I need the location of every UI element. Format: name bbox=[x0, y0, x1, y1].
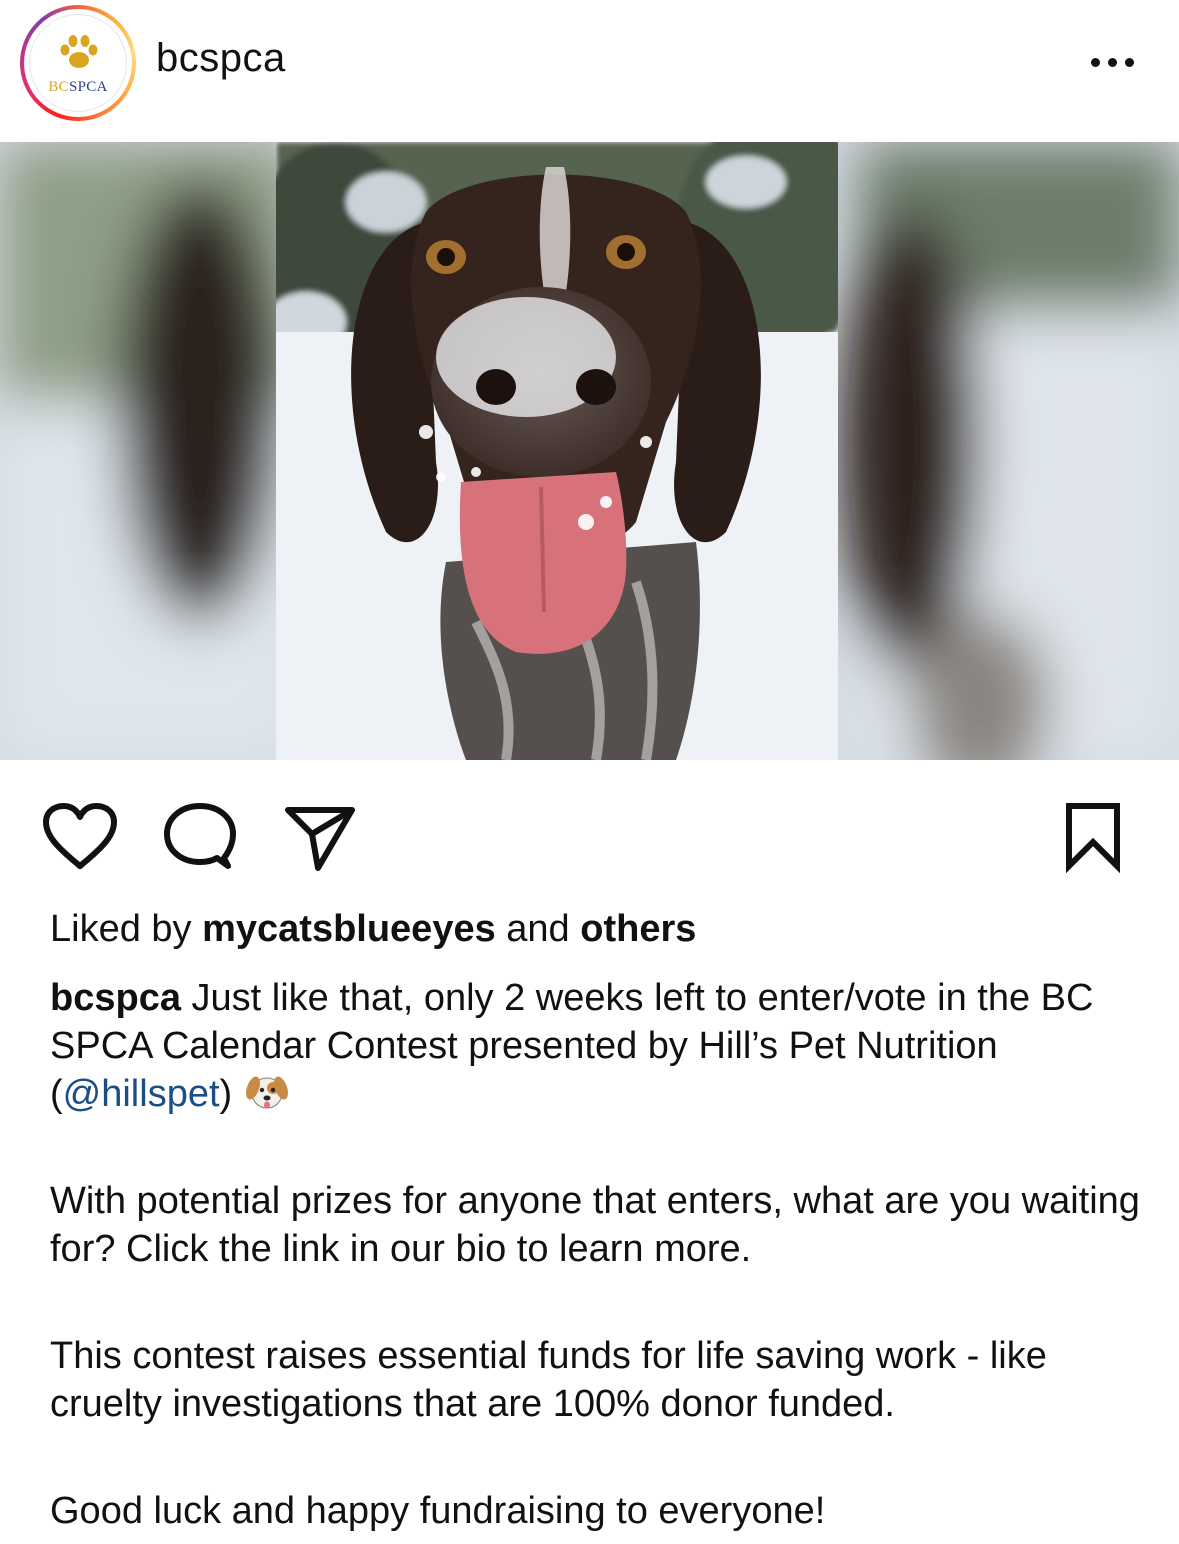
liked-by-others[interactable]: others bbox=[580, 908, 696, 950]
send-icon[interactable] bbox=[282, 800, 358, 876]
caption-paragraph-2: With potential prizes for anyone that en… bbox=[50, 1180, 1140, 1270]
post-username[interactable]: bcspca bbox=[156, 36, 286, 81]
logo-wordmark: BCSPCA bbox=[48, 79, 108, 95]
caption-paragraph-3: This contest raises essential funds for … bbox=[50, 1335, 1047, 1425]
caption-author[interactable]: bcspca bbox=[50, 977, 181, 1019]
bcspca-logo: BCSPCA bbox=[29, 14, 127, 112]
ellipsis-icon bbox=[1091, 58, 1100, 67]
dog-face-emoji bbox=[245, 1076, 288, 1109]
dog-in-snow-photo bbox=[276, 142, 838, 760]
mention-link[interactable]: @hillspet bbox=[63, 1073, 220, 1115]
paw-icon bbox=[60, 35, 98, 68]
post-media[interactable] bbox=[0, 142, 1179, 760]
comment-icon[interactable] bbox=[160, 800, 240, 876]
bookmark-icon[interactable] bbox=[1060, 800, 1126, 874]
likes-summary: Liked by mycatsblueeyes and others bbox=[50, 908, 697, 950]
more-options-button[interactable] bbox=[1082, 46, 1142, 80]
post-actions bbox=[0, 760, 1179, 890]
post-caption: bcspca Just like that, only 2 weeks left… bbox=[50, 974, 1140, 1535]
heart-icon[interactable] bbox=[40, 800, 120, 874]
caption-paragraph-1: bcspca Just like that, only 2 weeks left… bbox=[50, 977, 1094, 1115]
profile-avatar[interactable]: BCSPCA bbox=[20, 5, 136, 121]
post-header: BCSPCA bcspca bbox=[0, 0, 1179, 142]
liked-by-user[interactable]: mycatsblueeyes bbox=[202, 908, 496, 950]
caption-paragraph-4: Good luck and happy fundraising to every… bbox=[50, 1490, 826, 1532]
